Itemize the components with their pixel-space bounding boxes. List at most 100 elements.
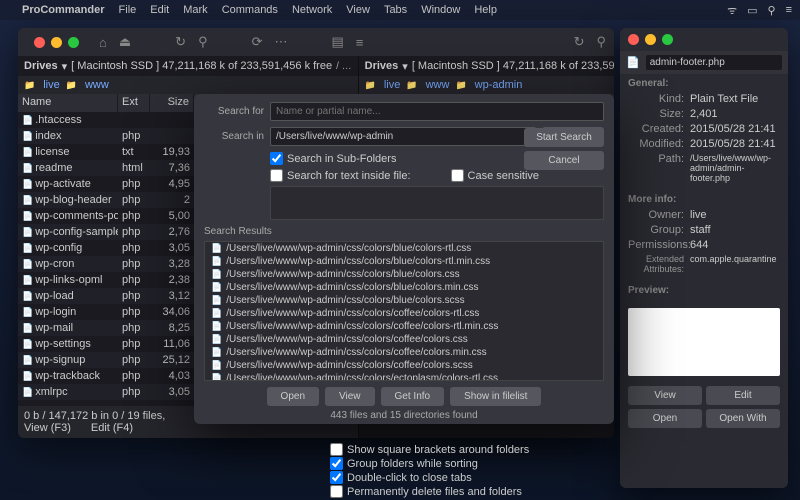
filename-field[interactable]: admin-footer.php [646,55,782,70]
minimize-button[interactable] [645,34,656,45]
result-showinlist-button[interactable]: Show in filelist [450,387,541,406]
dots-icon[interactable]: ⋯ [275,34,288,50]
info-edit-button[interactable]: Edit [706,386,780,405]
battery-icon[interactable]: ▭ [747,4,757,17]
col-size[interactable]: Size [150,94,194,112]
result-row[interactable]: /Users/live/www/wp-admin/css/colors/coff… [205,320,603,333]
result-row[interactable]: /Users/live/www/wp-admin/css/colors/ecto… [205,372,603,381]
options-panel: Show square brackets around folders Grou… [330,442,529,499]
results-heading: Search Results [204,226,604,237]
kind-value: Plain Text File [690,93,780,105]
right-pathbar[interactable]: live www wp-admin [359,76,614,94]
modified-label: Modified: [628,138,684,150]
result-row[interactable]: /Users/live/www/wp-admin/css/colors/blue… [205,268,603,281]
info-open-button[interactable]: Open [628,409,702,428]
opt-brackets[interactable]: Show square brackets around folders [330,443,529,456]
search-dialog: Search for Search in Browse... Start Sea… [194,94,614,424]
minimize-button[interactable] [51,37,62,48]
edit-button[interactable]: Edit (F4) [91,422,133,434]
wifi-icon[interactable]: ᯤ [727,3,737,18]
result-getinfo-button[interactable]: Get Info [381,387,445,406]
opt-dblclick[interactable]: Double-click to close tabs [330,471,529,484]
info-header: 📄 admin-footer.php [620,51,788,74]
opt-permdelete[interactable]: Permanently delete files and folders [330,485,529,498]
path-value: /Users/live/www/wp-admin/admin-footer.ph… [690,153,780,183]
list-icon[interactable]: ≡ [356,35,364,50]
menu-help[interactable]: Help [474,4,497,16]
path-seg[interactable]: www [85,79,109,91]
search-in-label: Search in [204,131,264,142]
result-row[interactable]: /Users/live/www/wp-admin/css/colors/coff… [205,359,603,372]
menu-edit[interactable]: Edit [150,4,169,16]
refresh-right-icon[interactable]: ↻ [574,34,585,50]
menu-commands[interactable]: Commands [222,4,278,16]
search-text-box[interactable] [270,186,604,220]
menu-mark[interactable]: Mark [183,4,207,16]
cancel-button[interactable]: Cancel [524,151,604,170]
start-search-button[interactable]: Start Search [524,128,604,147]
result-row[interactable]: /Users/live/www/wp-admin/css/colors/blue… [205,255,603,268]
path-seg[interactable]: live [43,79,60,91]
right-drivebar[interactable]: Drives ▾ [ Macintosh SSD ] 47,211,168 k … [359,56,614,76]
search-status: 443 files and 15 directories found [204,410,604,421]
created-label: Created: [628,123,684,135]
result-row[interactable]: /Users/live/www/wp-admin/css/colors/blue… [205,294,603,307]
maximize-button[interactable] [662,34,673,45]
left-drivebar[interactable]: Drives ▾ [ Macintosh SSD ] 47,211,168 k … [18,56,358,76]
menu-file[interactable]: File [119,4,137,16]
left-pathbar[interactable]: live www [18,76,358,94]
result-view-button[interactable]: View [325,387,375,406]
group-label: Group: [628,224,684,236]
drive-info: [ Macintosh SSD ] 47,211,168 k of 233,59… [71,60,332,72]
result-row[interactable]: /Users/live/www/wp-admin/css/colors/blue… [205,242,603,255]
file-icon: 📄 [626,56,640,69]
search-in-input[interactable] [270,127,536,146]
result-row[interactable]: /Users/live/www/wp-admin/css/colors/blue… [205,281,603,294]
text-inside-check[interactable]: Search for text inside file: [270,169,411,182]
owner-value: live [690,209,780,221]
home-icon[interactable]: ⌂ [99,35,107,50]
perm-label: Permissions: [628,239,684,251]
col-name[interactable]: Name [18,94,118,112]
col-ext[interactable]: Ext [118,94,150,112]
search-toolbar-icon[interactable]: ⚲ [198,34,208,50]
path-seg[interactable]: www [426,79,450,91]
search-icon[interactable]: ⚲ [768,4,776,17]
sync-icon[interactable]: ⟳ [252,34,263,50]
menu-tabs[interactable]: Tabs [384,4,407,16]
close-button[interactable] [34,37,45,48]
case-check[interactable]: Case sensitive [451,169,540,182]
results-list[interactable]: /Users/live/www/wp-admin/css/colors/blue… [204,241,604,381]
result-row[interactable]: /Users/live/www/wp-admin/css/colors/coff… [205,346,603,359]
path-label: Path: [628,153,684,183]
menu-icon[interactable]: ≡ [786,4,792,16]
result-row[interactable]: /Users/live/www/wp-admin/css/colors/coff… [205,307,603,320]
info-view-button[interactable]: View [628,386,702,405]
kind-label: Kind: [628,93,684,105]
path-seg[interactable]: wp-admin [475,79,523,91]
refresh-icon[interactable]: ↻ [175,34,186,50]
search-for-input[interactable] [270,102,604,121]
opt-group[interactable]: Group folders while sorting [330,457,529,470]
search-right-icon[interactable]: ⚲ [596,34,606,50]
menu-view[interactable]: View [346,4,370,16]
preview-box [628,308,780,376]
disk-icon[interactable]: ⏏ [119,34,131,50]
view-button[interactable]: View (F3) [24,422,71,434]
menu-window[interactable]: Window [421,4,460,16]
menu-network[interactable]: Network [292,4,332,16]
owner-label: Owner: [628,209,684,221]
close-button[interactable] [628,34,639,45]
more-heading: More info: [628,194,780,205]
app-name[interactable]: ProCommander [22,4,105,16]
subfolders-check[interactable]: Search in Sub-Folders [270,152,396,165]
result-open-button[interactable]: Open [267,387,319,406]
maximize-button[interactable] [68,37,79,48]
info-openwith-button[interactable]: Open With [706,409,780,428]
info-window: 📄 admin-footer.php General: Kind: Plain T… [620,28,788,488]
result-row[interactable]: /Users/live/www/wp-admin/css/colors/coff… [205,333,603,346]
panel-icon[interactable]: ▤ [332,34,344,50]
general-heading: General: [628,78,780,89]
created-value: 2015/05/28 21:41 [690,123,780,135]
path-seg[interactable]: live [384,79,401,91]
